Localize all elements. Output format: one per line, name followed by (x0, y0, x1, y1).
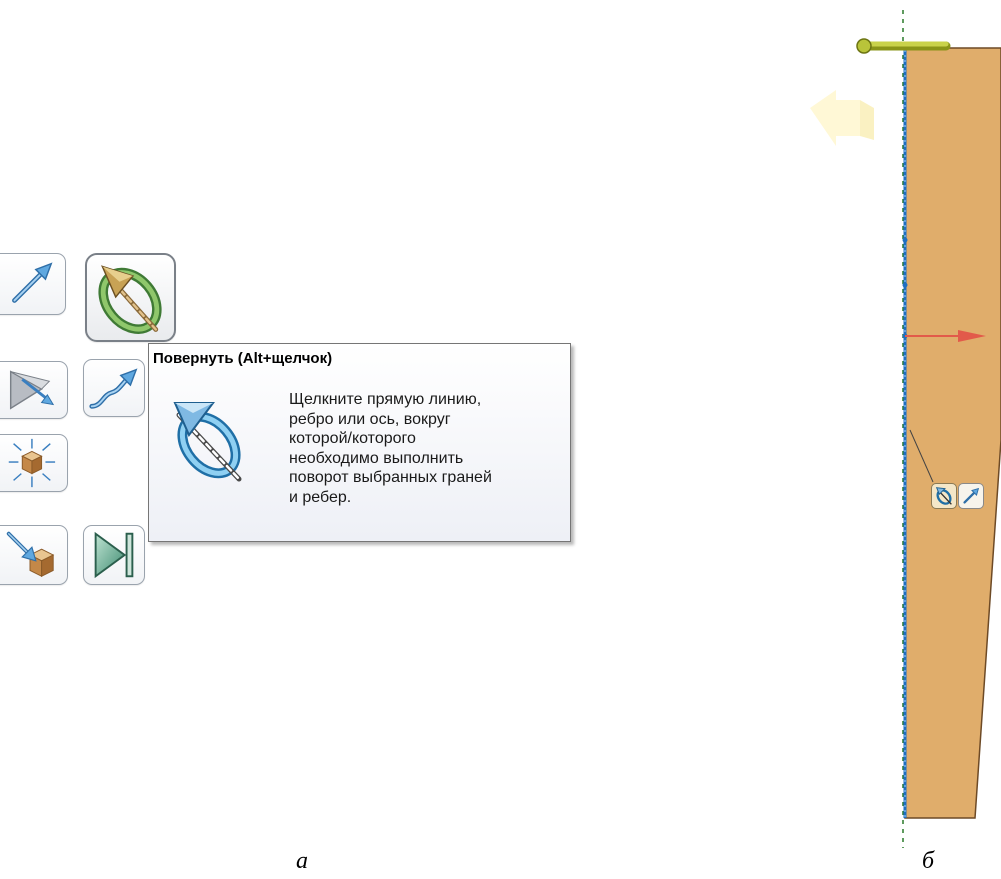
up-to-button[interactable] (83, 525, 145, 585)
tooltip-line: необходимо выполнить (289, 449, 464, 467)
move-mini-icon (963, 487, 980, 504)
rotate-mini-icon (935, 487, 952, 505)
move-arrow-icon (12, 262, 53, 303)
tooltip-description: Щелкните прямую линию, ребро или ось, во… (289, 390, 561, 507)
rotate-button[interactable] (85, 253, 176, 342)
up-to-play-icon (94, 531, 134, 579)
move-arrow-button[interactable] (0, 253, 66, 315)
rotate-axis-icon (159, 389, 259, 489)
explode-cube-icon (8, 438, 56, 488)
tooltip-line: поворот выбранных граней (289, 469, 492, 486)
path-move-button[interactable] (83, 359, 145, 417)
move-mini-button[interactable] (958, 483, 984, 509)
part-face (904, 47, 1001, 819)
move-faces-button[interactable] (0, 361, 68, 419)
move-left-arrow (810, 90, 874, 146)
scale-explode-button[interactable] (0, 434, 68, 492)
rotate-tooltip: Повернуть (Alt+щелчок) Щелкните прямую л… (148, 343, 571, 542)
tooltip-line: Щелкните прямую линию, (289, 391, 482, 408)
pull-to-face-icon (6, 531, 55, 578)
pull-to-face-button[interactable] (0, 525, 68, 585)
caption-a: а (296, 848, 308, 874)
tooltip-line: которой/которого (289, 430, 416, 447)
tooltip-title: Повернуть (Alt+щелчок) (153, 350, 333, 367)
viewport-scene (810, 10, 1001, 848)
rotate-axis-icon (98, 265, 162, 334)
path-arrow-icon (89, 368, 138, 409)
tooltip-line: ребро или ось, вокруг (289, 410, 451, 428)
caption-b: б (922, 848, 935, 874)
panel-a: Повернуть (Alt+щелчок) Щелкните прямую л… (0, 0, 600, 879)
panel-b-viewport (780, 0, 1001, 879)
rotate-mini-button[interactable] (931, 483, 957, 509)
tooltip-line: и ребер. (289, 488, 352, 506)
move-faces-icon (9, 370, 55, 410)
